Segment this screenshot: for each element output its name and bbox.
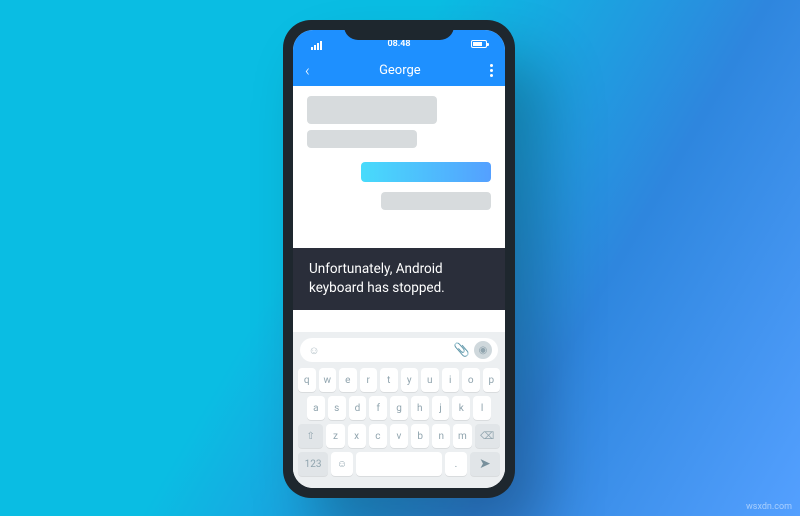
keyboard: ☺ 📎 ◉ q w e r t y u i o p a s d f [293,332,505,488]
error-toast-line2: keyboard has stopped. [309,279,489,298]
key-b[interactable]: b [411,424,429,448]
watermark: wsxdn.com [746,502,792,512]
key-i[interactable]: i [442,368,460,392]
status-time: 08.48 [387,39,410,49]
key-m[interactable]: m [453,424,471,448]
message-bubble-incoming [307,96,437,124]
key-t[interactable]: t [380,368,398,392]
keyboard-row-1: q w e r t y u i o p [298,368,500,392]
message-bubble-incoming [307,130,417,148]
key-k[interactable]: k [452,396,470,420]
key-123[interactable]: 123 [298,452,328,476]
key-x[interactable]: x [348,424,366,448]
key-d[interactable]: d [349,396,367,420]
key-v[interactable]: v [390,424,408,448]
signal-icon [311,40,323,49]
phone-notch [344,20,454,40]
key-o[interactable]: o [462,368,480,392]
battery-icon [471,40,487,48]
message-input-row: ☺ 📎 ◉ [300,338,498,362]
key-space[interactable] [356,452,442,476]
key-send[interactable]: ➤ [470,452,500,476]
key-a[interactable]: a [307,396,325,420]
key-z[interactable]: z [326,424,344,448]
key-n[interactable]: n [432,424,450,448]
key-l[interactable]: l [473,396,491,420]
key-h[interactable]: h [411,396,429,420]
key-c[interactable]: c [369,424,387,448]
phone-frame: 08.48 ‹ George Unfortunately, Android ke… [283,20,515,498]
error-toast: Unfortunately, Android keyboard has stop… [293,248,505,310]
chat-navbar: ‹ George [293,54,505,86]
key-j[interactable]: j [432,396,450,420]
screen: 08.48 ‹ George Unfortunately, Android ke… [293,30,505,488]
key-q[interactable]: q [298,368,316,392]
key-backspace[interactable]: ⌫ [475,424,500,448]
key-shift[interactable]: ⇧ [298,424,323,448]
overflow-menu-icon[interactable] [490,64,493,77]
key-dot[interactable]: . [445,452,467,476]
key-emoji[interactable]: ☺ [331,452,353,476]
key-r[interactable]: r [360,368,378,392]
message-bubble-outgoing [361,162,491,182]
key-g[interactable]: g [390,396,408,420]
keyboard-row-3: ⇧ z x c v b n m ⌫ [298,424,500,448]
key-e[interactable]: e [339,368,357,392]
back-button[interactable]: ‹ [305,61,310,80]
attachment-icon[interactable]: 📎 [454,343,470,358]
key-p[interactable]: p [483,368,501,392]
key-s[interactable]: s [328,396,346,420]
error-toast-line1: Unfortunately, Android [309,260,489,279]
keyboard-row-2: a s d f g h j k l [298,396,500,420]
key-f[interactable]: f [369,396,387,420]
message-bubble-outgoing [381,192,491,210]
key-u[interactable]: u [421,368,439,392]
emoji-icon[interactable]: ☺ [306,342,322,358]
key-y[interactable]: y [401,368,419,392]
camera-icon[interactable]: ◉ [474,341,492,359]
chat-title: George [379,63,421,78]
keyboard-row-4: 123 ☺ . ➤ [298,452,500,476]
key-w[interactable]: w [319,368,337,392]
